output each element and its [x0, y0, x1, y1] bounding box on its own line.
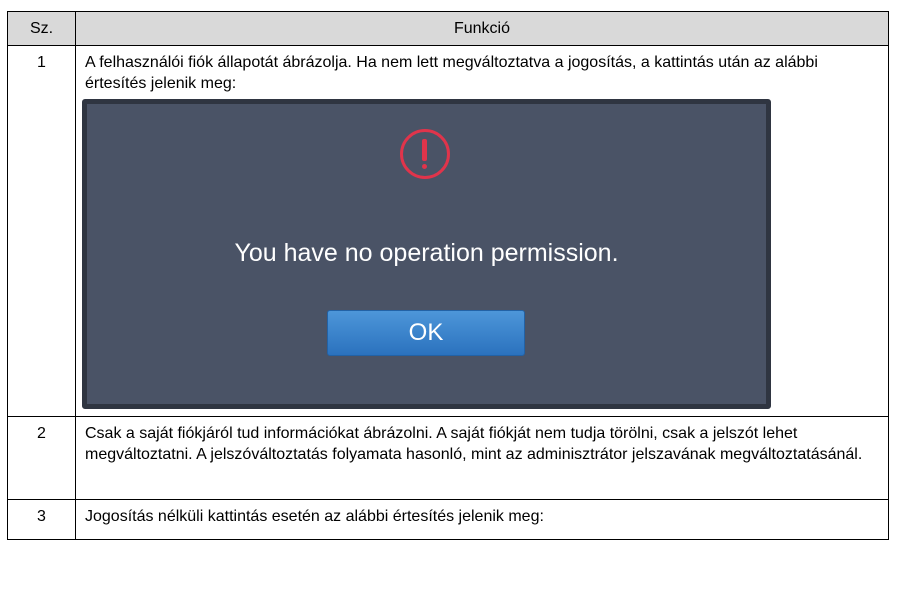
row-text: Jogosítás nélküli kattintás esetén az al…: [85, 508, 544, 525]
row-text: Csak a saját fiókjáról tud információkat…: [85, 425, 863, 463]
table-row: 2 Csak a saját fiókjáról tud információk…: [7, 416, 889, 500]
row-description: Jogosítás nélküli kattintás esetén az al…: [75, 499, 889, 540]
exclamation-circle-icon: [399, 129, 450, 179]
function-table: Sz. Funkció 1 A felhasználói fiók állapo…: [7, 11, 889, 540]
header-sz: Sz.: [7, 11, 76, 46]
permission-dialog-screenshot: You have no operation permission. OK: [82, 99, 771, 409]
row-number: 1: [7, 45, 76, 417]
header-funkcio: Funkció: [75, 11, 889, 46]
row-description: A felhasználói fiók állapotát ábrázolja.…: [75, 45, 889, 417]
row-text: A felhasználói fiók állapotát ábrázolja.…: [85, 54, 818, 92]
dialog-message: You have no operation permission.: [234, 239, 619, 267]
table-row: 3 Jogosítás nélküli kattintás esetén az …: [7, 499, 889, 540]
ok-button[interactable]: OK: [327, 310, 525, 356]
row-number: 3: [7, 499, 76, 540]
table-header-row: Sz. Funkció: [7, 11, 889, 46]
table-row: 1 A felhasználói fiók állapotát ábrázolj…: [7, 45, 889, 417]
row-number: 2: [7, 416, 76, 500]
row-description: Csak a saját fiókjáról tud információkat…: [75, 416, 889, 500]
